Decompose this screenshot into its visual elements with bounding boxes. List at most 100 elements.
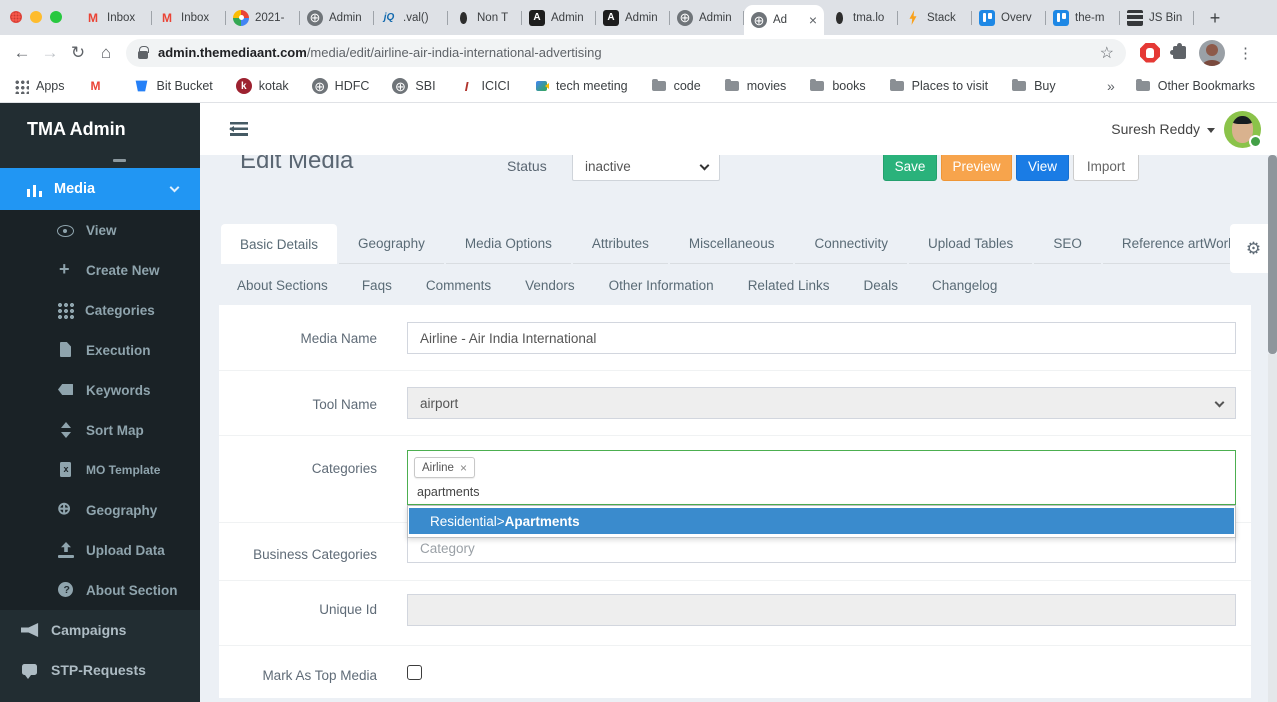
tab-vendors[interactable]: Vendors — [508, 266, 592, 304]
browser-tab[interactable]: Admin — [522, 0, 596, 35]
tool-name-value: airport — [420, 396, 458, 411]
sidebar-item-about-section[interactable]: About Section — [0, 570, 200, 610]
browser-tab-active[interactable]: Ad× — [744, 5, 824, 35]
save-button[interactable]: Save — [883, 151, 937, 181]
scrollbar-track[interactable] — [1268, 354, 1277, 702]
sidebar-item-mo-template[interactable]: MO Template — [0, 450, 200, 490]
tab-changelog[interactable]: Changelog — [915, 266, 1014, 304]
bookmarks-overflow-icon[interactable]: » — [1107, 78, 1115, 94]
tab-attributes[interactable]: Attributes — [573, 224, 668, 264]
browser-tab[interactable]: Admin — [670, 0, 744, 35]
sidebar-item-create-new[interactable]: Create New — [0, 250, 200, 290]
close-window-button[interactable] — [10, 11, 22, 23]
browser-tab[interactable]: Inbox — [152, 0, 226, 35]
sidebar-item-campaigns[interactable]: Campaigns — [0, 610, 200, 650]
browser-tab[interactable]: Admin — [300, 0, 374, 35]
sidebar-item-execution[interactable]: Execution — [0, 330, 200, 370]
tab-miscellaneous[interactable]: Miscellaneous — [670, 224, 794, 264]
tool-name-label: Tool Name — [219, 397, 377, 412]
sidebar-item-upload-data[interactable]: Upload Data — [0, 530, 200, 570]
tab-upload-tables[interactable]: Upload Tables — [909, 224, 1032, 264]
tool-name-select[interactable]: airport — [407, 387, 1236, 419]
browser-menu-icon[interactable]: ⋮ — [1238, 44, 1253, 62]
bookmark-hdfc[interactable]: HDFC — [312, 78, 370, 94]
bookmark-bitbucket[interactable]: Bit Bucket — [134, 78, 213, 94]
browser-tab[interactable]: Non T — [448, 0, 522, 35]
sidebar-item-geography[interactable]: Geography — [0, 490, 200, 530]
tab-faqs[interactable]: Faqs — [345, 266, 409, 304]
url-text[interactable]: admin.themediaant.com/media/edit/airline… — [158, 45, 1092, 60]
bookmark-folder-places[interactable]: Places to visit — [889, 78, 988, 94]
adblock-icon[interactable] — [1140, 43, 1160, 63]
categories-multiselect[interactable]: Airline × apartments — [407, 450, 1236, 505]
scrollbar-thumb[interactable] — [1268, 155, 1277, 354]
sidebar-item-media[interactable]: Media — [0, 168, 200, 210]
browser-profile-avatar[interactable] — [1199, 40, 1225, 66]
view-button[interactable]: View — [1016, 151, 1069, 181]
reload-icon[interactable]: ↻ — [64, 38, 92, 68]
back-icon[interactable]: ← — [8, 38, 36, 68]
status-select[interactable]: inactive — [572, 152, 720, 181]
sidebar-item-view[interactable]: View — [0, 210, 200, 250]
tab-about-sections[interactable]: About Sections — [220, 266, 345, 304]
home-icon[interactable]: ⌂ — [92, 38, 120, 68]
media-name-input[interactable] — [407, 322, 1236, 354]
sidebar-item-sort-map[interactable]: Sort Map — [0, 410, 200, 450]
categories-typed-text[interactable]: apartments — [417, 485, 480, 499]
tab-connectivity[interactable]: Connectivity — [795, 224, 907, 264]
browser-tab[interactable]: Stack — [898, 0, 972, 35]
sidebar-item-keywords[interactable]: Keywords — [0, 370, 200, 410]
bookmark-label: movies — [747, 79, 787, 93]
bookmark-apps[interactable]: Apps — [14, 79, 65, 94]
tab-media-options[interactable]: Media Options — [446, 224, 571, 264]
sidebar-toggle-icon[interactable] — [230, 122, 248, 136]
tab-related-links[interactable]: Related Links — [731, 266, 847, 304]
browser-tab[interactable]: the-m — [1046, 0, 1120, 35]
bookmark-icici[interactable]: ICICI — [459, 78, 510, 94]
bookmark-kotak[interactable]: kotak — [236, 78, 289, 94]
browser-tab[interactable]: Overv — [972, 0, 1046, 35]
tab-geography[interactable]: Geography — [339, 224, 444, 264]
forward-icon[interactable]: → — [36, 38, 64, 68]
tab-deals[interactable]: Deals — [847, 266, 916, 304]
browser-tab[interactable]: tma.lo — [824, 0, 898, 35]
tab-basic-details[interactable]: Basic Details — [221, 224, 337, 264]
other-bookmarks[interactable]: Other Bookmarks — [1135, 78, 1255, 94]
bookmark-gmail[interactable] — [88, 78, 111, 94]
user-avatar[interactable] — [1224, 111, 1261, 148]
close-tab-icon[interactable]: × — [809, 13, 817, 27]
new-tab-button[interactable]: + — [1202, 5, 1228, 31]
bookmark-folder-code[interactable]: code — [651, 78, 701, 94]
preview-button[interactable]: Preview — [941, 151, 1012, 181]
sidebar-item-categories[interactable]: Categories — [0, 290, 200, 330]
browser-tab[interactable]: Admin — [596, 0, 670, 35]
import-button[interactable]: Import — [1073, 151, 1139, 181]
remove-tag-icon[interactable]: × — [460, 461, 467, 475]
address-bar[interactable]: admin.themediaant.com/media/edit/airline… — [126, 39, 1126, 67]
sidebar-item-label: Execution — [86, 343, 151, 358]
extensions-puzzle-icon[interactable] — [1173, 46, 1186, 59]
top-media-checkbox[interactable] — [407, 665, 422, 680]
suggestion-residential-apartments[interactable]: Residential>Apartments — [409, 508, 1234, 534]
browser-tab[interactable]: JS Bin — [1120, 0, 1194, 35]
bookmark-folder-books[interactable]: books — [809, 78, 865, 94]
minimize-window-button[interactable] — [30, 11, 42, 23]
bookmark-folder-movies[interactable]: movies — [724, 78, 787, 94]
bookmark-sbi[interactable]: SBI — [392, 78, 435, 94]
browser-tab[interactable]: Inbox — [78, 0, 152, 35]
bookmark-folder-buy[interactable]: Buy — [1011, 78, 1056, 94]
tab-other-information[interactable]: Other Information — [592, 266, 731, 304]
tab-seo[interactable]: SEO — [1034, 224, 1101, 264]
tab-comments[interactable]: Comments — [409, 266, 508, 304]
maximize-window-button[interactable] — [50, 11, 62, 23]
lock-icon[interactable] — [138, 51, 148, 59]
browser-tab[interactable]: .val() — [374, 0, 448, 35]
bookmark-label: tech meeting — [556, 79, 628, 93]
browser-tab[interactable]: 2021- — [226, 0, 300, 35]
plus-icon — [57, 262, 75, 278]
user-menu[interactable]: Suresh Reddy — [1111, 103, 1215, 155]
gear-icon: ⚙ — [1246, 239, 1261, 259]
bookmark-tech-meeting[interactable]: tech meeting — [533, 78, 628, 94]
bookmark-star-icon[interactable]: ☆ — [1100, 43, 1114, 63]
sidebar-item-stp-requests[interactable]: STP-Requests — [0, 650, 200, 690]
